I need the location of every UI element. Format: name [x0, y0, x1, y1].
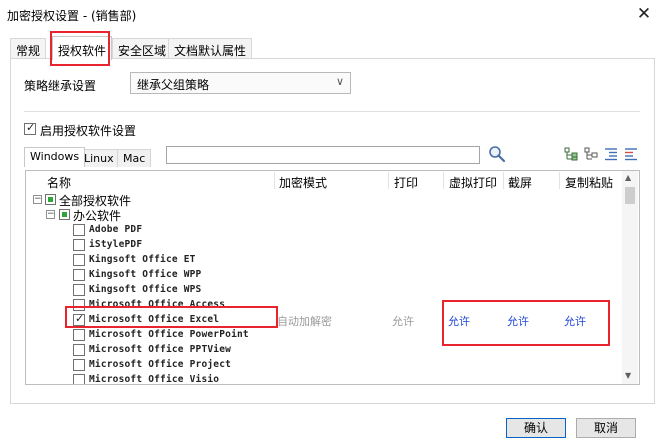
tab-windows[interactable]: Windows: [24, 147, 86, 167]
outdent-list-icon[interactable]: [624, 147, 638, 161]
tab-general[interactable]: 常规: [10, 38, 47, 59]
indent-list-icon[interactable]: [604, 147, 618, 161]
check-icon: ✓: [26, 121, 36, 134]
item-name: Microsoft Office PowerPoint: [89, 329, 249, 340]
highlight-box-permissions: [442, 300, 610, 346]
item-checkbox[interactable]: [73, 359, 85, 371]
column-header-name[interactable]: 名称: [47, 174, 71, 194]
column-divider: [388, 172, 389, 189]
list-item[interactable]: iStylePDF: [26, 237, 626, 252]
divider: [24, 111, 640, 112]
list-item[interactable]: Microsoft Office Visio: [26, 372, 626, 385]
list-item[interactable]: Adobe PDF: [26, 222, 626, 237]
list-item[interactable]: Kingsoft Office WPS: [26, 282, 626, 297]
item-checkbox[interactable]: [73, 254, 85, 266]
item-checkbox[interactable]: [73, 344, 85, 356]
item-checkbox[interactable]: [73, 329, 85, 341]
search-input[interactable]: [166, 146, 480, 164]
item-name: Microsoft Office PPTView: [89, 344, 232, 355]
ok-button[interactable]: 确认: [506, 418, 566, 438]
item-checkbox[interactable]: [73, 374, 85, 384]
policy-label: 策略继承设置: [24, 79, 97, 93]
scrollbar-thumb[interactable]: [625, 187, 635, 204]
item-name: Microsoft Office Project: [89, 359, 232, 370]
item-name: Adobe PDF: [89, 224, 143, 235]
column-divider: [559, 172, 560, 189]
enable-label: 启用授权软件设置: [40, 124, 137, 138]
highlight-box-tab: [50, 31, 110, 66]
tab-security-area[interactable]: 安全区域: [112, 38, 173, 59]
item-name: Kingsoft Office ET: [89, 254, 196, 265]
software-list: 名称 加密模式 打印 虚拟打印 截屏 复制粘贴 − 全部授权软件 − 办公软件 …: [25, 170, 640, 385]
column-divider: [443, 172, 444, 189]
scroll-down-icon[interactable]: ▼: [625, 371, 631, 380]
list-item[interactable]: Kingsoft Office ET: [26, 252, 626, 267]
column-divider: [274, 172, 275, 189]
expand-tree-icon[interactable]: [564, 147, 578, 161]
column-header-print[interactable]: 打印: [394, 174, 418, 194]
highlight-box-row: [65, 306, 278, 328]
tab-mac[interactable]: Mac: [117, 149, 152, 167]
item-checkbox[interactable]: [73, 269, 85, 281]
window-title: 加密授权设置 - (销售部): [7, 9, 137, 23]
tree-row-group[interactable]: − 办公软件: [26, 207, 626, 223]
policy-select-value: 继承父组策略: [137, 78, 210, 92]
column-divider: [503, 172, 504, 189]
search-icon[interactable]: [488, 145, 506, 163]
close-icon[interactable]: ✕: [632, 4, 656, 24]
tree-row-root[interactable]: − 全部授权软件: [26, 192, 626, 208]
column-header-virtual-print[interactable]: 虚拟打印: [449, 174, 497, 194]
collapse-icon[interactable]: −: [46, 210, 55, 219]
title-bar: 加密授权设置 - (销售部) ✕: [0, 0, 665, 30]
item-checkbox[interactable]: [73, 239, 85, 251]
item-name: iStylePDF: [89, 239, 143, 250]
item-name: Kingsoft Office WPP: [89, 269, 202, 280]
column-header-copy-paste[interactable]: 复制粘贴: [565, 174, 613, 194]
cancel-button[interactable]: 取消: [576, 418, 636, 438]
item-checkbox[interactable]: [73, 224, 85, 236]
tab-document-defaults[interactable]: 文档默认属性: [168, 38, 253, 59]
vertical-scrollbar[interactable]: ▲ ▼: [622, 171, 638, 384]
collapse-tree-icon[interactable]: [584, 147, 598, 161]
column-header-mode[interactable]: 加密模式: [279, 174, 327, 194]
dialog-window: 加密授权设置 - (销售部) ✕ 常规 授权软件 安全区域 文档默认属性 策略继…: [0, 0, 665, 447]
list-item[interactable]: Kingsoft Office WPP: [26, 267, 626, 282]
item-name: Kingsoft Office WPS: [89, 284, 202, 295]
policy-select[interactable]: 继承父组策略 ∨: [130, 72, 351, 94]
item-name: Microsoft Office Visio: [89, 374, 220, 385]
enable-checkbox[interactable]: ✓: [24, 121, 36, 135]
column-header-screenshot[interactable]: 截屏: [508, 174, 532, 194]
list-item[interactable]: Microsoft Office Project: [26, 357, 626, 372]
collapse-icon[interactable]: −: [33, 195, 42, 204]
tree-checkbox-group[interactable]: [59, 209, 70, 220]
item-checkbox[interactable]: [73, 284, 85, 296]
chevron-down-icon: ∨: [335, 75, 344, 88]
tree-checkbox-root[interactable]: [45, 194, 56, 205]
scroll-up-icon[interactable]: ▲: [625, 173, 631, 182]
